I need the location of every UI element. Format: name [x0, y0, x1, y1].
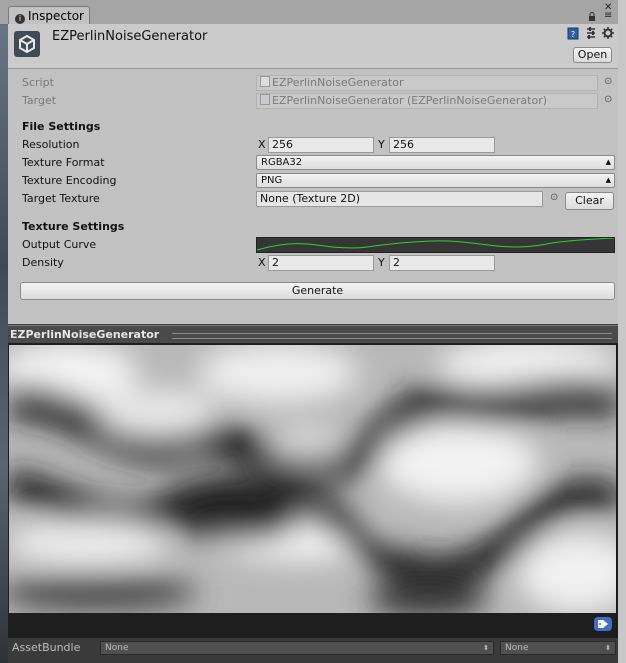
asset-label-tag-icon[interactable] [594, 617, 612, 631]
asset-bundle-variant-value: None [505, 643, 529, 653]
texture-format-label: Texture Format [22, 156, 105, 169]
output-curve-graph [256, 237, 615, 251]
resolution-y-input[interactable]: 256 [389, 137, 495, 153]
menu-icon[interactable]: ≡ [604, 10, 612, 21]
svg-text:?: ? [571, 30, 575, 39]
file-settings-heading: File Settings [22, 120, 101, 133]
unity-logo-icon [14, 31, 40, 57]
info-icon: i [15, 14, 25, 24]
texture-settings-heading: Texture Settings [22, 220, 125, 233]
density-label: Density [22, 256, 64, 269]
asset-bundle-label: AssetBundle [12, 641, 81, 654]
preview-drag-handle[interactable] [172, 333, 612, 339]
texture-format-dropdown[interactable]: RGBA32 ▲ [256, 155, 615, 170]
script-object-picker-icon[interactable]: ⊙ [604, 76, 612, 87]
noise-texture-preview [9, 345, 616, 613]
output-curve-label: Output Curve [22, 238, 97, 251]
resolution-x-input[interactable]: 256 [268, 137, 374, 153]
target-object-picker-icon[interactable]: ⊙ [604, 94, 612, 105]
target-texture-field[interactable]: None (Texture 2D) [256, 191, 543, 207]
dropdown-arrow-icon: ▲ [605, 158, 611, 166]
density-x-label: X [258, 256, 266, 269]
script-label: Script [22, 76, 54, 89]
lock-icon[interactable] [588, 12, 596, 24]
clear-button[interactable]: Clear [565, 192, 614, 210]
preset-icon[interactable] [584, 27, 598, 41]
resolution-x-label: X [258, 138, 266, 151]
texture-encoding-dropdown[interactable]: PNG ▲ [256, 173, 615, 188]
tab-inspector-label: Inspector [28, 9, 84, 23]
preview-title: EZPerlinNoiseGenerator [10, 328, 160, 341]
open-button[interactable]: Open [573, 47, 612, 63]
density-y-label: Y [378, 256, 385, 269]
density-y-input[interactable]: 2 [389, 255, 495, 271]
target-texture-label: Target Texture [22, 192, 100, 205]
script-file-icon [260, 76, 270, 87]
dropdown-arrow-icon: ▲ [605, 176, 611, 184]
scene-background-left [0, 0, 8, 663]
script-field-value: EZPerlinNoiseGenerator [272, 76, 404, 89]
target-label: Target [22, 94, 57, 107]
asset-bundle-name-value: None [105, 643, 129, 653]
output-curve-field[interactable] [256, 237, 615, 253]
target-texture-picker-icon[interactable]: ⊙ [550, 192, 558, 203]
background-panel-right [618, 0, 626, 663]
texture-encoding-label: Texture Encoding [22, 174, 117, 187]
dropdown-arrow-icon: ⬍ [605, 644, 611, 652]
resolution-label: Resolution [22, 138, 80, 151]
generate-button[interactable]: Generate [20, 282, 615, 300]
help-book-icon[interactable]: ? [566, 27, 580, 41]
target-object-icon [260, 94, 270, 105]
script-field[interactable]: EZPerlinNoiseGenerator [256, 75, 598, 91]
tab-bar [0, 0, 618, 25]
settings-gear-icon[interactable] [601, 27, 615, 41]
density-x-input[interactable]: 2 [268, 255, 374, 271]
texture-format-value: RGBA32 [261, 157, 303, 168]
preview-area [8, 343, 618, 638]
inspector-title: EZPerlinNoiseGenerator [52, 29, 208, 44]
target-field[interactable]: EZPerlinNoiseGenerator (EZPerlinNoiseGen… [256, 93, 598, 109]
dropdown-arrow-icon: ⬍ [483, 644, 489, 652]
resolution-y-label: Y [378, 138, 385, 151]
target-field-value: EZPerlinNoiseGenerator (EZPerlinNoiseGen… [272, 94, 548, 107]
tab-inspector[interactable]: i Inspector [8, 6, 90, 25]
texture-encoding-value: PNG [261, 175, 283, 186]
asset-bundle-name-dropdown[interactable]: None ⬍ [100, 641, 494, 655]
asset-bundle-variant-dropdown[interactable]: None ⬍ [500, 641, 616, 655]
